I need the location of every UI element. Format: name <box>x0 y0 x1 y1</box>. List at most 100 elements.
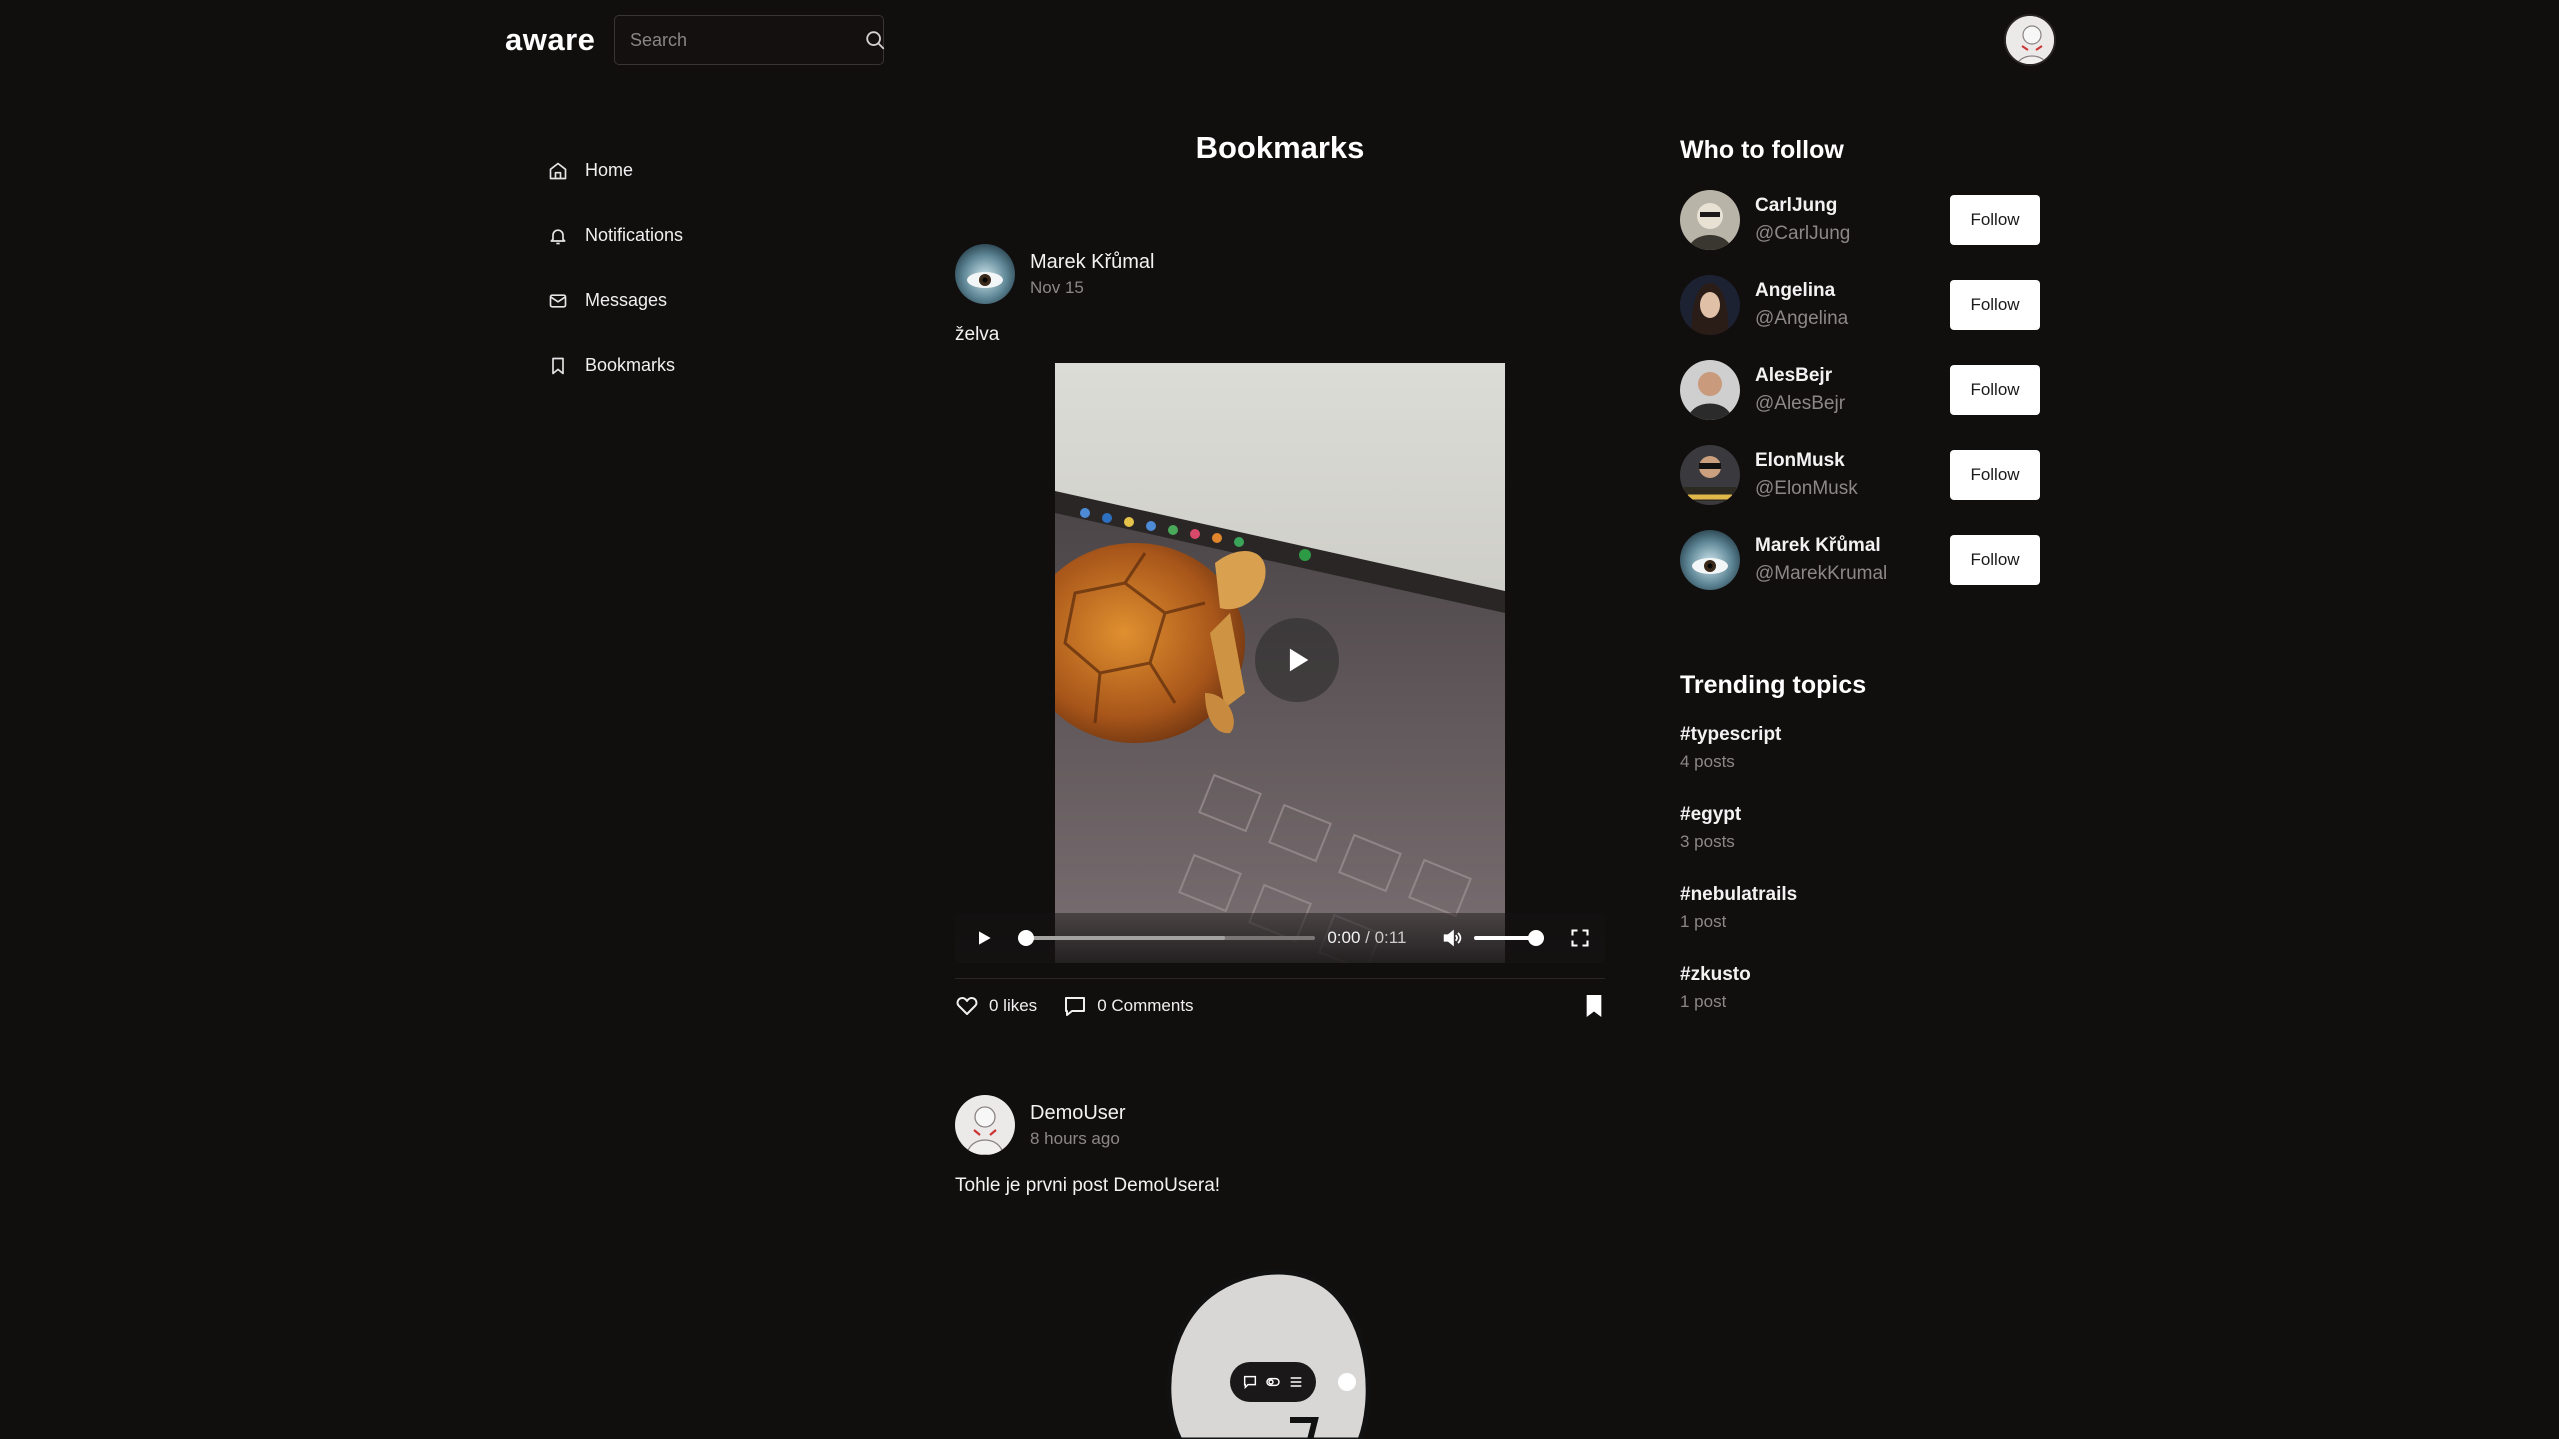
section-title: Who to follow <box>1680 136 1844 164</box>
follow-button[interactable]: Follow <box>1950 449 2040 500</box>
follow-button[interactable]: Follow <box>1950 279 2040 330</box>
page-title: Bookmarks <box>1195 130 1365 165</box>
home-icon <box>548 161 585 181</box>
follow-handle: @CarlJung <box>1755 222 1851 244</box>
play-icon[interactable] <box>955 928 1014 948</box>
post-date: 8 hours ago <box>1030 1128 1120 1148</box>
post-card: Marek Křůmal Nov 15 želva 0:00 / 0:11 0 … <box>955 244 1605 1019</box>
search-input[interactable] <box>615 28 864 52</box>
follow-avatar[interactable] <box>1680 529 1740 590</box>
bookmark-icon <box>548 356 585 376</box>
search-icon[interactable] <box>864 29 886 51</box>
sidebar-item-bookmarks[interactable]: Bookmarks <box>548 333 683 398</box>
bookmark-button[interactable] <box>1583 993 1605 1019</box>
post-actions: 0 likes 0 Comments <box>955 978 1605 1019</box>
topic-tag[interactable]: #egypt <box>1680 804 2040 826</box>
app-logo[interactable]: aware <box>505 22 595 58</box>
follow-name[interactable]: Angelina <box>1755 280 1950 302</box>
post-header: Marek Křůmal Nov 15 <box>955 244 1605 304</box>
post-author[interactable]: Marek Křůmal <box>1030 251 1154 274</box>
sidebar-item-label: Notifications <box>585 225 684 245</box>
video-time: 0:00 / 0:11 <box>1327 928 1425 948</box>
post-text: želva <box>955 324 1000 345</box>
video-player[interactable]: 0:00 / 0:11 <box>955 363 1605 963</box>
follow-avatar[interactable] <box>1680 189 1740 250</box>
trending-topics: Trending topics #typescript 4 posts #egy… <box>1680 671 2040 1044</box>
follow-button[interactable]: Follow <box>1950 364 2040 415</box>
follow-suggestion: AlesBejr @AlesBejr Follow <box>1680 347 2040 432</box>
topic-tag[interactable]: #nebulatrails <box>1680 884 2040 906</box>
video-buffered <box>1017 936 1225 940</box>
follow-handle: @AlesBejr <box>1755 392 1846 414</box>
comment-button[interactable]: 0 Comments <box>1063 994 1194 1018</box>
follow-handle: @ElonMusk <box>1755 477 1858 499</box>
video-controls: 0:00 / 0:11 <box>955 913 1605 963</box>
follow-handle: @MarekKrumal <box>1755 562 1888 584</box>
sidebar-item-label: Home <box>585 160 634 180</box>
comment-icon <box>1065 997 1086 1016</box>
sidebar-nav: Home Notifications Messages Bookmarks <box>548 138 683 398</box>
toggle-icon <box>1266 1377 1280 1387</box>
like-button[interactable]: 0 likes <box>955 994 1037 1018</box>
post-author[interactable]: DemoUser <box>1030 1102 1126 1125</box>
comment-icon <box>1243 1375 1256 1390</box>
follow-handle: @Angelina <box>1755 307 1849 329</box>
topic-count: 1 post <box>1680 912 1727 931</box>
section-title: Trending topics <box>1680 671 1867 699</box>
mail-icon <box>548 291 585 311</box>
who-to-follow: Who to follow CarlJung @CarlJung Follow … <box>1680 136 2040 602</box>
follow-avatar[interactable] <box>1680 274 1740 335</box>
app-root: aware Home Notifications <box>0 0 2559 1439</box>
author-avatar[interactable] <box>955 1095 1015 1155</box>
trending-topic[interactable]: #egypt 3 posts <box>1680 804 2040 884</box>
menu-icon <box>1290 1377 1302 1387</box>
image-toolbar <box>1230 1362 1316 1402</box>
follow-avatar[interactable] <box>1680 359 1740 420</box>
topic-count: 1 post <box>1680 992 1727 1011</box>
post-date: Nov 15 <box>1030 277 1084 297</box>
topic-count: 3 posts <box>1680 832 1735 851</box>
video-progress-bar[interactable] <box>1017 930 1316 946</box>
user-avatar[interactable] <box>2004 14 2056 66</box>
post-header: DemoUser 8 hours ago <box>955 1095 1605 1155</box>
search-box[interactable] <box>614 15 886 65</box>
video-play-overlay[interactable] <box>1255 618 1339 702</box>
follow-name[interactable]: CarlJung <box>1755 195 1950 217</box>
video-progress-handle[interactable] <box>1017 930 1034 946</box>
follow-suggestion: Marek Křůmal @MarekKrumal Follow <box>1680 517 2040 602</box>
follow-avatar[interactable] <box>1680 444 1740 505</box>
sidebar-item-label: Bookmarks <box>585 355 676 375</box>
author-avatar[interactable] <box>955 244 1015 304</box>
volume-handle[interactable] <box>1527 930 1544 946</box>
trending-topic[interactable]: #nebulatrails 1 post <box>1680 884 2040 964</box>
follow-name[interactable]: AlesBejr <box>1755 365 1950 387</box>
sidebar-item-notifications[interactable]: Notifications <box>548 203 683 268</box>
follow-suggestion: CarlJung @CarlJung Follow <box>1680 177 2040 262</box>
post-image[interactable] <box>1150 1250 1410 1439</box>
follow-name[interactable]: ElonMusk <box>1755 450 1950 472</box>
trending-topic[interactable]: #zkusto 1 post <box>1680 964 2040 1044</box>
follow-name[interactable]: Marek Křůmal <box>1755 535 1950 557</box>
video-time-separator: / <box>1360 928 1375 947</box>
volume-slider[interactable] <box>1473 930 1544 946</box>
bell-icon <box>548 226 585 246</box>
volume-icon[interactable] <box>1431 927 1474 949</box>
post-card: DemoUser 8 hours ago Tohle je prvni post… <box>955 1095 1605 1197</box>
fullscreen-icon[interactable] <box>1554 928 1605 948</box>
topic-tag[interactable]: #zkusto <box>1680 964 2040 986</box>
sidebar-item-label: Messages <box>585 290 668 310</box>
trending-topic[interactable]: #typescript 4 posts <box>1680 724 2040 804</box>
follow-button[interactable]: Follow <box>1950 534 2040 585</box>
heart-icon <box>956 997 978 1015</box>
post-text: Tohle je prvni post DemoUsera! <box>955 1175 1221 1196</box>
topic-tag[interactable]: #typescript <box>1680 724 2040 746</box>
follow-suggestion: Angelina @Angelina Follow <box>1680 262 2040 347</box>
sidebar-item-home[interactable]: Home <box>548 138 683 203</box>
topic-count: 4 posts <box>1680 752 1735 771</box>
bookmark-filled-icon <box>1586 995 1602 1017</box>
like-count: 0 likes <box>989 996 1038 1015</box>
sidebar-item-messages[interactable]: Messages <box>548 268 683 333</box>
follow-button[interactable]: Follow <box>1950 194 2040 245</box>
video-duration: 0:11 <box>1374 928 1407 947</box>
follow-suggestion: ElonMusk @ElonMusk Follow <box>1680 432 2040 517</box>
